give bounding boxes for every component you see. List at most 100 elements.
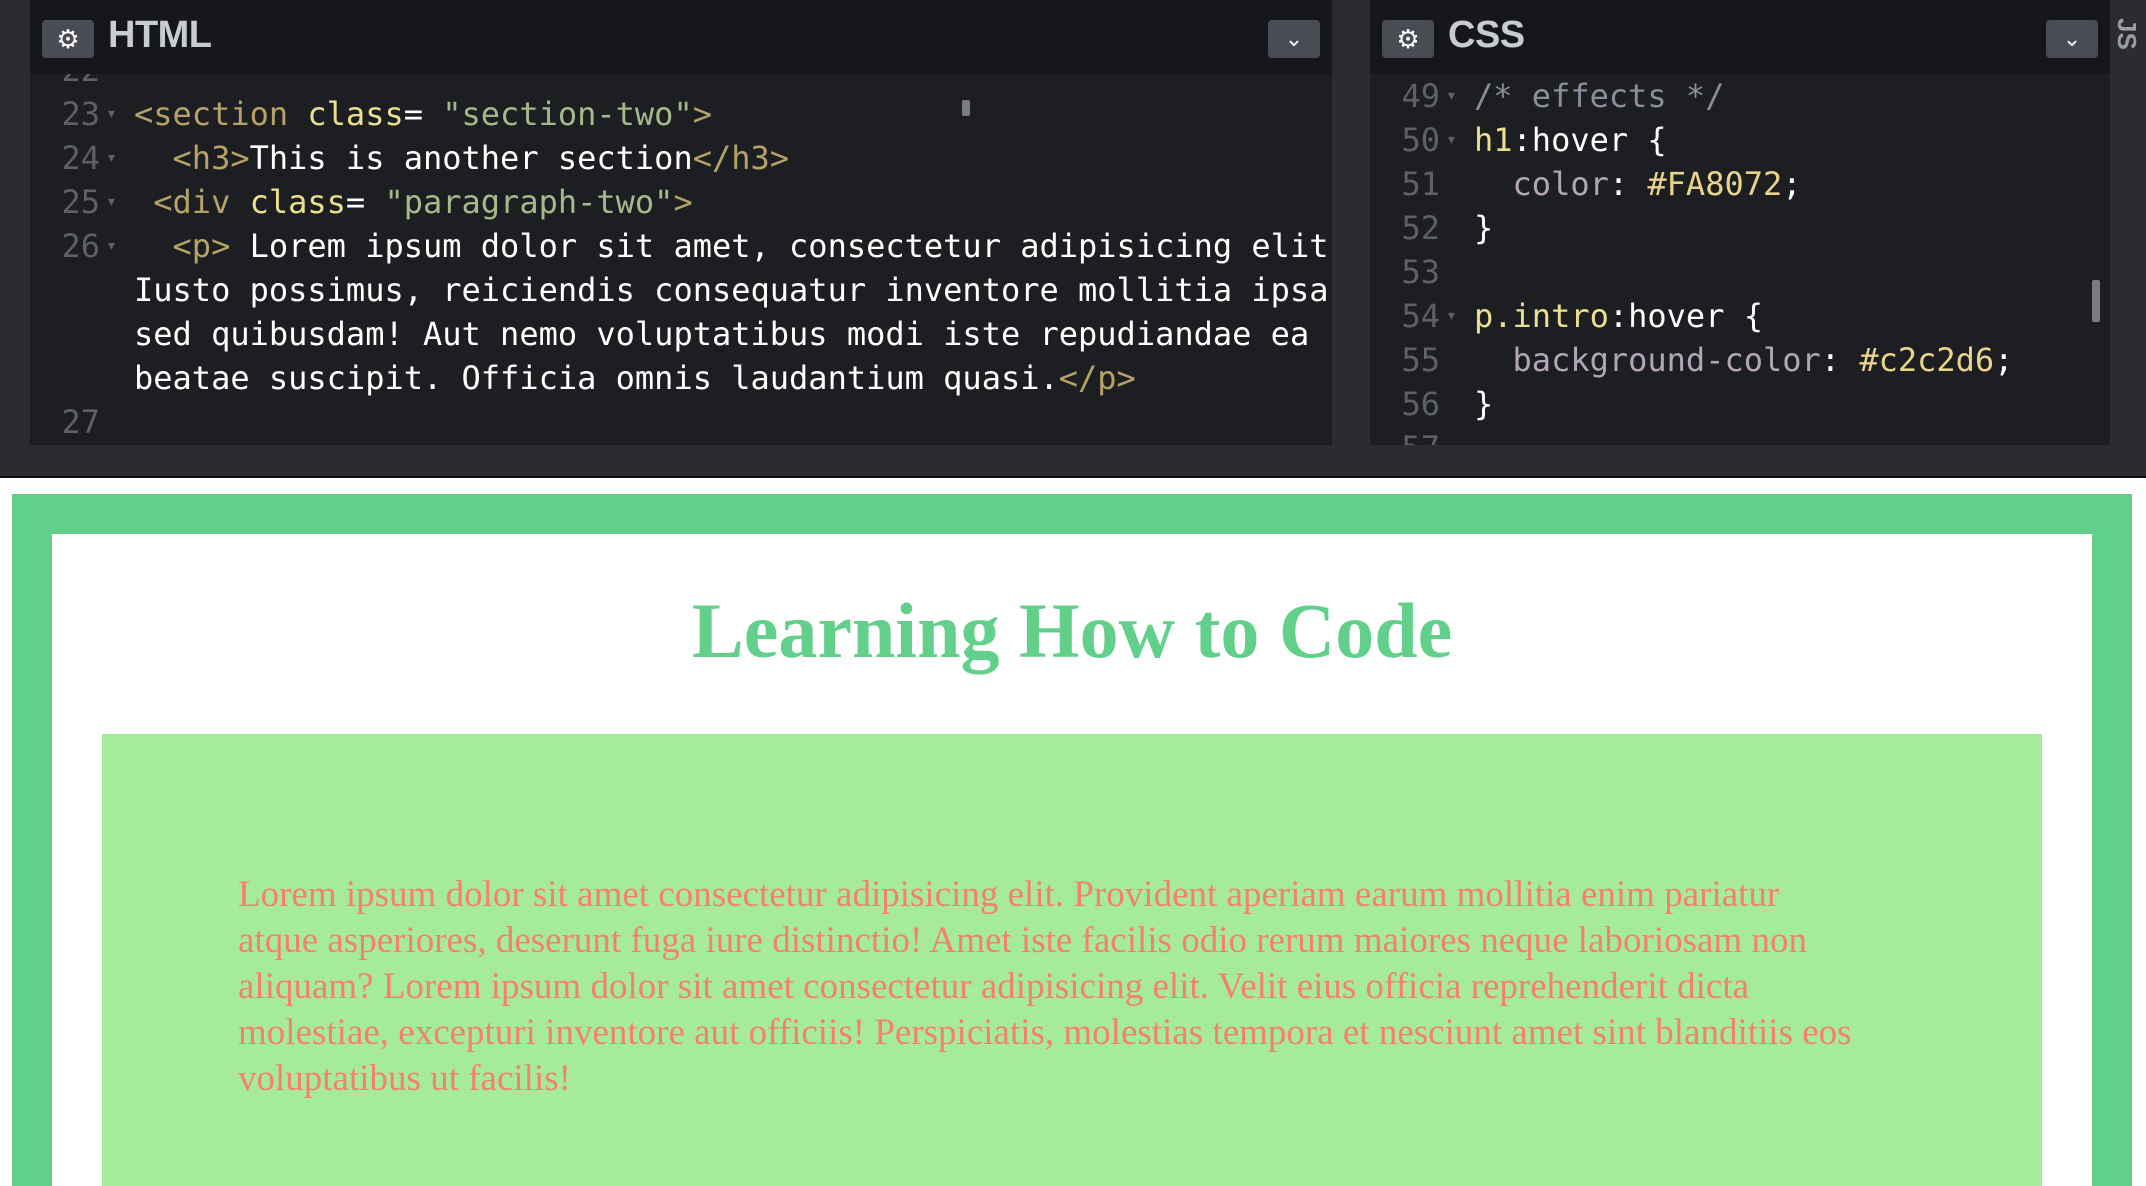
code-text: h1:hover { [1474,118,1667,162]
code-line[interactable]: 23 ▾ <section class= "section-two"> [30,92,1332,136]
line-number: 51 [1401,165,1440,203]
code-text: <p> Lorem ipsum dolor sit amet, consecte… [134,224,1332,268]
js-panel-tab[interactable] [2110,0,2146,445]
code-token: : [1608,165,1648,203]
line-number: 23 [61,95,100,133]
fold-toggle-icon[interactable]: ▾ [1446,294,1457,338]
code-line[interactable]: 56} [1370,382,2110,426]
fold-toggle-icon[interactable]: ▾ [106,136,117,180]
js-tab-label[interactable]: JS [2111,18,2142,50]
line-number: 26 [61,227,100,265]
code-token: = [345,183,385,221]
code-token: background-color [1474,341,1821,379]
code-text: color: #FA8072; [1474,162,1802,206]
line-number: 22 [30,74,100,92]
code-token: class [307,95,404,133]
code-token: } [1474,385,1494,423]
left-resize-strip[interactable] [0,0,30,445]
css-settings-button[interactable]: ⚙ [1382,20,1434,58]
code-token: <section [134,95,308,133]
code-token: } [1474,209,1494,247]
css-code-editor[interactable]: 49 ▾/* effects */50 ▾ h1:hover {51 color: #… [1370,74,2110,445]
code-token: = [403,95,443,133]
code-token: Iusto possimus, reiciendis consequatur i… [134,271,1329,309]
code-token: <div [134,183,250,221]
code-text: <h3>This is another section</h3> [134,136,790,180]
code-line[interactable]: 24 ▾ <h3>This is another section</h3> [30,136,1332,180]
fold-toggle-icon[interactable]: ▾ [106,224,117,268]
code-line[interactable]: beatae suscipit. Officia omnis laudantiu… [30,356,1332,400]
html-collapse-button[interactable]: ⌄ [1268,20,1320,58]
line-number: 27 [61,403,100,441]
code-editor-area: ⚙ HTML ⌄ 2223▾<section class= "section-t… [0,0,2146,478]
code-text: p.intro:hover { [1474,294,1763,338]
code-line[interactable]: 52} [1370,206,2110,250]
code-line[interactable]: Iusto possimus, reiciendis consequatur i… [30,268,1332,312]
code-text: beatae suscipit. Officia omnis laudantiu… [134,356,1136,400]
code-token: /* effects */ [1474,77,1725,115]
code-token: #c2c2d6 [1859,341,1995,379]
fold-toggle-icon[interactable]: ▾ [106,92,117,136]
code-line[interactable]: 50 ▾ h1:hover { [1370,118,2110,162]
code-token: beatae suscipit. Officia omnis laudantiu… [134,359,1059,397]
intro-paragraph: Lorem ipsum dolor sit amet consectetur a… [238,874,1852,1099]
fold-toggle-icon[interactable]: ▾ [1446,74,1457,118]
fold-toggle-icon[interactable]: ▾ [106,180,117,224]
code-line[interactable]: 55 background-color: #c2c2d6; [1370,338,2110,382]
code-token: </p> [1058,359,1136,397]
html-scrollbar-thumb[interactable] [962,100,970,116]
html-editor-panel: ⚙ HTML ⌄ 2223▾<section class= "section-t… [30,0,1332,445]
fold-toggle-icon[interactable]: ▾ [1446,118,1457,162]
line-number: 57 [1370,426,1440,445]
line-number: 50 [1401,121,1440,159]
code-line[interactable]: 27 [30,400,1332,444]
line-number: 24 [61,139,100,177]
code-token: </h3> [692,139,790,177]
code-text: } [1474,206,1493,250]
panel-resize-divider[interactable] [1332,0,1370,445]
code-line[interactable]: 26 ▾ <p> Lorem ipsum dolor sit amet, cons… [30,224,1332,268]
code-line[interactable]: 51 color: #FA8072; [1370,162,2110,206]
code-line[interactable]: 25 ▾ <div class= "paragraph-two"> [30,180,1332,224]
code-token: > [673,183,693,221]
css-scrollbar-thumb[interactable] [2092,280,2100,322]
html-code-editor[interactable]: 2223▾<section class= "section-two">24▾ <… [30,74,1332,445]
code-token: <p> [134,227,231,265]
code-line[interactable]: 57 [1370,426,2110,445]
code-token: :hover { [1512,121,1667,159]
code-token: ; [1782,165,1802,203]
css-collapse-button[interactable]: ⌄ [2046,20,2098,58]
code-token: class [249,183,346,221]
code-token: p.intro [1474,297,1609,335]
line-number: 54 [1401,297,1440,335]
code-line[interactable]: 49 ▾ /* effects */ [1370,74,2110,118]
code-line[interactable]: sed quibusdam! Aut nemo voluptatibus mod… [30,312,1332,356]
code-token: > [692,95,712,133]
code-token: <h3> [134,139,250,177]
code-token: "paragraph-two" [384,183,674,221]
preview-page: Learning How to Code Lorem ipsum dolor s… [52,534,2092,1186]
line-number: 25 [61,183,100,221]
code-text: Iusto possimus, reiciendis consequatur i… [134,268,1328,312]
code-text: } [1474,382,1493,426]
code-line[interactable]: 54 ▾ p.intro:hover { [1370,294,2110,338]
code-line[interactable]: 53 [1370,250,2110,294]
code-token: This is another section [249,139,693,177]
css-panel-header: ⚙ CSS ⌄ [1370,0,2110,74]
code-line[interactable]: 22 [30,74,1332,92]
gear-icon: ⚙ [56,24,80,54]
html-panel-title: HTML [108,14,212,56]
line-number: 49 [1401,77,1440,115]
chevron-down-icon: ⌄ [1284,26,1304,51]
css-panel-title: CSS [1448,14,1525,56]
code-token: sed quibusdam! Aut nemo voluptatibus mod… [134,315,1310,353]
preview-frame: Learning How to Code Lorem ipsum dolor s… [12,494,2132,1186]
line-number: 53 [1401,253,1440,291]
code-token: color [1474,165,1609,203]
editor-resize-bar[interactable] [0,445,2146,478]
code-token: Lorem ipsum dolor sit amet, consectetur … [230,227,1332,265]
intro-section: Lorem ipsum dolor sit amet consectetur a… [102,734,2042,1186]
html-settings-button[interactable]: ⚙ [42,20,94,58]
code-text: <div class= "paragraph-two"> [134,180,693,224]
code-text: sed quibusdam! Aut nemo voluptatibus mod… [134,312,1309,356]
